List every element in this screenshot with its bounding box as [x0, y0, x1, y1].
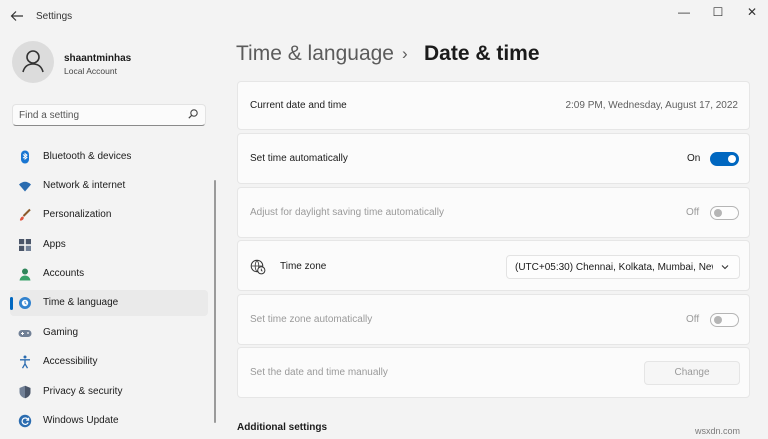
globe-clock-icon — [19, 297, 31, 309]
sidebar-item-personalization[interactable]: Personalization — [10, 202, 208, 228]
current-date-time-card: Current date and time 2:09 PM, Wednesday… — [237, 81, 750, 130]
set-timezone-auto-toggle[interactable] — [710, 313, 739, 327]
sidebar-item-label: Accessibility — [43, 356, 98, 367]
set-timezone-auto-label: Set time zone automatically — [250, 314, 373, 325]
sidebar-item-label: Gaming — [43, 327, 79, 338]
minimize-button[interactable]: — — [668, 2, 700, 22]
additional-settings-heading: Additional settings — [237, 422, 327, 433]
back-arrow-icon — [10, 11, 23, 21]
current-date-time-value: 2:09 PM, Wednesday, August 17, 2022 — [565, 100, 738, 111]
breadcrumb-separator: › — [402, 44, 408, 63]
sidebar-item-label: Network & internet — [43, 180, 126, 191]
page-title: Date & time — [424, 42, 540, 65]
sidebar-item-label: Time & language — [43, 297, 119, 308]
app-title: Settings — [36, 11, 73, 22]
account-type: Local Account — [64, 66, 117, 76]
toggle-knob — [728, 155, 736, 163]
sidebar-item-accounts[interactable]: Accounts — [10, 261, 208, 287]
time-zone-value: (UTC+05:30) Chennai, Kolkata, Mumbai, Ne… — [515, 262, 713, 273]
daylight-saving-card: Adjust for daylight saving time automati… — [237, 187, 750, 238]
set-time-auto-toggle[interactable] — [710, 152, 739, 166]
set-timezone-auto-state: Off — [686, 314, 700, 325]
time-zone-card: Time zone (UTC+05:30) Chennai, Kolkata, … — [237, 240, 750, 291]
time-zone-label: Time zone — [280, 261, 327, 272]
close-button[interactable]: ✕ — [736, 2, 768, 22]
daylight-saving-label: Adjust for daylight saving time automati… — [250, 207, 444, 218]
person-icon — [19, 268, 31, 281]
toggle-knob — [714, 316, 722, 324]
search-input[interactable] — [19, 108, 179, 122]
current-date-time-label: Current date and time — [250, 100, 347, 111]
set-time-auto-label: Set time automatically — [250, 153, 348, 164]
time-zone-dropdown[interactable]: (UTC+05:30) Chennai, Kolkata, Mumbai, Ne… — [506, 255, 740, 279]
sidebar-item-label: Accounts — [43, 268, 85, 279]
search-icon[interactable] — [187, 108, 199, 120]
update-icon — [18, 414, 32, 428]
back-button[interactable] — [10, 10, 26, 24]
sidebar-item-accessibility[interactable]: Accessibility — [10, 349, 208, 375]
sidebar-item-label: Bluetooth & devices — [43, 151, 132, 162]
sidebar-item-label: Privacy & security — [43, 386, 123, 397]
sidebar-item-windows-update[interactable]: Windows Update — [10, 408, 208, 434]
title-bar: Settings — ☐ ✕ — [0, 0, 768, 32]
set-manually-label: Set the date and time manually — [250, 367, 388, 378]
user-icon — [22, 50, 44, 73]
breadcrumb-parent[interactable]: Time & language — [236, 42, 394, 66]
brush-icon — [19, 208, 31, 221]
set-manually-card: Set the date and time manually Change — [237, 347, 750, 398]
chevron-down-icon — [721, 265, 729, 270]
search-box[interactable] — [12, 104, 206, 126]
set-time-auto-state: On — [687, 153, 701, 164]
sidebar-item-label: Apps — [43, 239, 66, 250]
maximize-button[interactable]: ☐ — [702, 2, 734, 22]
accessibility-icon — [20, 355, 30, 369]
daylight-saving-state: Off — [686, 207, 700, 218]
sidebar-item-label: Personalization — [43, 209, 112, 220]
sidebar-item-privacy[interactable]: Privacy & security — [10, 379, 208, 405]
shield-icon — [19, 385, 31, 399]
sidebar-item-bluetooth[interactable]: Bluetooth & devices — [10, 144, 208, 170]
set-timezone-auto-card: Set time zone automatically Off — [237, 294, 750, 345]
change-button[interactable]: Change — [644, 361, 740, 385]
sidebar-item-time-language[interactable]: Time & language — [10, 290, 208, 316]
globe-clock-icon — [250, 259, 266, 275]
daylight-saving-toggle[interactable] — [710, 206, 739, 220]
sidebar-item-gaming[interactable]: Gaming — [10, 320, 208, 346]
sidebar-scrollbar[interactable] — [214, 180, 216, 423]
gamepad-icon — [18, 330, 32, 337]
wifi-icon — [19, 181, 31, 192]
watermark: wsxdn.com — [695, 426, 741, 436]
toggle-knob — [714, 209, 722, 217]
profile-name: shaantminhas — [64, 53, 132, 64]
set-time-auto-card: Set time automatically On — [237, 133, 750, 184]
avatar[interactable] — [12, 41, 54, 83]
bluetooth-icon — [21, 150, 29, 164]
sidebar-item-apps[interactable]: Apps — [10, 232, 208, 258]
sidebar-item-label: Windows Update — [43, 415, 119, 426]
apps-icon — [19, 239, 31, 251]
sidebar-item-network[interactable]: Network & internet — [10, 173, 208, 199]
